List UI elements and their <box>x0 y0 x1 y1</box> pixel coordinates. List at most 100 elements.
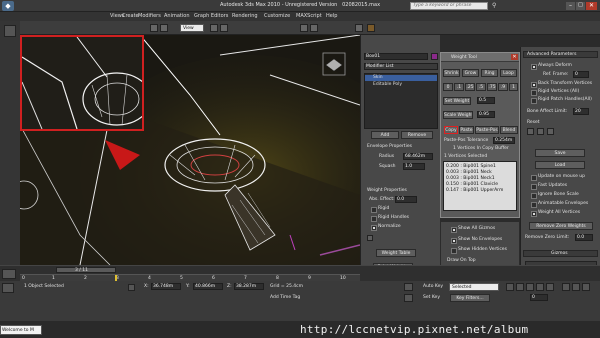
orbit-icon[interactable] <box>582 283 590 291</box>
viewport[interactable] <box>20 35 360 265</box>
auto-key-button[interactable]: Auto Key <box>423 284 443 289</box>
weight-preset-09[interactable]: .9 <box>498 83 508 91</box>
close-button[interactable]: ✕ <box>586 2 597 10</box>
time-slider[interactable]: 3 / 11 <box>56 267 116 273</box>
timeline-left-icon[interactable] <box>2 269 16 279</box>
weight-all-vertices-checkbox[interactable] <box>531 211 537 217</box>
modifier-stack[interactable]: Skin Editable Poly <box>364 73 438 129</box>
snap-tool-icon[interactable] <box>210 24 218 32</box>
goto-start-icon[interactable] <box>506 283 514 291</box>
shrink-button[interactable]: Shrink <box>443 69 460 77</box>
show-all-gizmos-checkbox[interactable] <box>451 227 457 233</box>
z-coord-field[interactable]: 38.287m <box>234 283 264 290</box>
y-coord-field[interactable]: 40.866m <box>193 283 223 290</box>
ignore-bone-scale-checkbox[interactable] <box>531 193 537 199</box>
weight-preset-075[interactable]: .75 <box>487 83 497 91</box>
radius-field[interactable]: 68.462m <box>403 153 433 160</box>
timeline[interactable]: 3 / 11 0 1 2 3 4 5 6 7 8 9 10 <box>0 265 600 282</box>
menu-rendering[interactable]: Rendering <box>232 13 258 19</box>
gizmos-rollout[interactable]: Gizmos <box>523 250 598 257</box>
list-item[interactable]: 0.150 : Bip001 Clavicle <box>446 182 498 187</box>
rigid-patch-checkbox[interactable] <box>531 98 537 104</box>
weight-preset-1[interactable]: 1 <box>509 83 518 91</box>
remove-button[interactable]: Remove <box>401 131 433 139</box>
show-no-envelopes-checkbox[interactable] <box>451 238 457 244</box>
scale-weight-button[interactable]: Scale Weight <box>443 111 473 119</box>
save-button[interactable]: Save <box>535 149 585 157</box>
weight-tool-titlebar[interactable]: Weight Tool ✕ <box>441 53 519 62</box>
add-button[interactable]: Add <box>371 131 399 139</box>
stack-item-skin[interactable]: Skin <box>365 75 437 81</box>
always-deform-checkbox[interactable] <box>531 64 537 70</box>
selected-dropdown[interactable]: Selected <box>449 283 499 291</box>
x-coord-field[interactable]: 36.748m <box>151 283 181 290</box>
key-filters-button[interactable]: Key Filters... <box>450 294 490 302</box>
weight-tool-close-button[interactable]: ✕ <box>511 54 518 60</box>
move-tool-icon[interactable] <box>160 24 168 32</box>
menu-customize[interactable]: Customize <box>264 13 290 19</box>
align-icon[interactable] <box>310 24 318 32</box>
show-hidden-vertices-checkbox[interactable] <box>451 248 457 254</box>
play-icon[interactable] <box>526 283 534 291</box>
grow-button[interactable]: Grow <box>462 69 479 77</box>
update-mouse-up-checkbox[interactable] <box>531 175 537 181</box>
blend-button[interactable]: Blend <box>500 126 518 134</box>
render-setup-icon[interactable] <box>355 24 363 32</box>
paste-pos-button[interactable]: Paste-Pos <box>475 126 499 134</box>
ref-frame-field[interactable]: 0 <box>573 71 589 78</box>
stack-item-editable-poly[interactable]: Editable Poly <box>365 82 437 88</box>
prev-frame-icon[interactable] <box>516 283 524 291</box>
bone-weight-list[interactable]: 0.200 : Bip001 Spine1 0.003 : Bip001 Nec… <box>443 161 517 211</box>
menu-maxscript[interactable]: MAXScript <box>296 13 322 19</box>
lock-icon[interactable] <box>128 284 135 291</box>
scale-weight-field[interactable]: 0.95 <box>477 111 495 118</box>
advanced-parameters-title[interactable]: Advanced Parameters <box>523 51 598 58</box>
render-icon[interactable] <box>367 24 375 32</box>
next-frame-icon[interactable] <box>536 283 544 291</box>
minimize-button[interactable]: – <box>566 2 575 10</box>
viewport-tools-icon[interactable] <box>4 25 16 37</box>
menu-graph-editors[interactable]: Graph Editors <box>194 13 228 19</box>
copy-button[interactable]: Copy <box>444 126 458 134</box>
pan-icon[interactable] <box>572 283 580 291</box>
reset-icon-2[interactable] <box>537 128 544 135</box>
object-color-swatch[interactable] <box>431 53 438 60</box>
binoculars-icon[interactable]: ⚲ <box>492 2 500 10</box>
paste-tolerance-field[interactable]: 0.254m <box>493 137 515 144</box>
current-frame-field[interactable]: 0 <box>530 294 548 301</box>
list-item[interactable]: 0.003 : Bip001 Neck <box>446 170 492 175</box>
back-transform-checkbox[interactable] <box>531 82 537 88</box>
remove-zero-limit-field[interactable]: 0.0 <box>575 234 593 241</box>
rigid-handles-checkbox[interactable] <box>371 216 377 222</box>
rigid-vertices-checkbox[interactable] <box>531 90 537 96</box>
set-key-button[interactable]: Set Key <box>423 295 440 300</box>
weight-preset-0[interactable]: 0 <box>443 83 453 91</box>
menu-create[interactable]: Create <box>122 13 139 19</box>
bone-affect-field[interactable]: 20 <box>573 108 589 115</box>
set-weight-button[interactable]: Set Weight <box>443 97 471 105</box>
remove-zero-weights-button[interactable]: Remove Zero Weights <box>529 222 593 230</box>
reset-icon-3[interactable] <box>547 128 554 135</box>
animatable-envelopes-checkbox[interactable] <box>531 202 537 208</box>
welcome-field[interactable]: Welcome to M <box>0 325 42 335</box>
rigid-checkbox[interactable] <box>371 207 377 213</box>
weight-preset-025[interactable]: .25 <box>465 83 475 91</box>
maximize-button[interactable]: □ <box>576 2 585 10</box>
list-item[interactable]: 0.003 : Bip001 Neck1 <box>446 176 495 181</box>
normalize-checkbox[interactable] <box>371 225 377 231</box>
add-time-tag[interactable]: Add Time Tag <box>270 295 300 300</box>
select-tool-icon[interactable] <box>150 24 158 32</box>
view-dropdown[interactable]: View <box>180 24 204 32</box>
modifier-list-dropdown[interactable]: Modifier List <box>364 63 438 70</box>
goto-end-icon[interactable] <box>546 283 554 291</box>
maxscript-listener-icon[interactable] <box>2 283 14 293</box>
weight-preset-01[interactable]: .1 <box>454 83 464 91</box>
menu-modifiers[interactable]: Modifiers <box>138 13 161 19</box>
zoom-icon[interactable] <box>562 283 570 291</box>
object-name-field[interactable]: Box01 <box>364 53 428 60</box>
key-mode-icon[interactable] <box>404 283 413 291</box>
weight-preset-05[interactable]: .5 <box>476 83 486 91</box>
squash-field[interactable]: 1.0 <box>403 163 425 170</box>
paste-button[interactable]: Paste <box>459 126 474 134</box>
angle-snap-icon[interactable] <box>220 24 228 32</box>
